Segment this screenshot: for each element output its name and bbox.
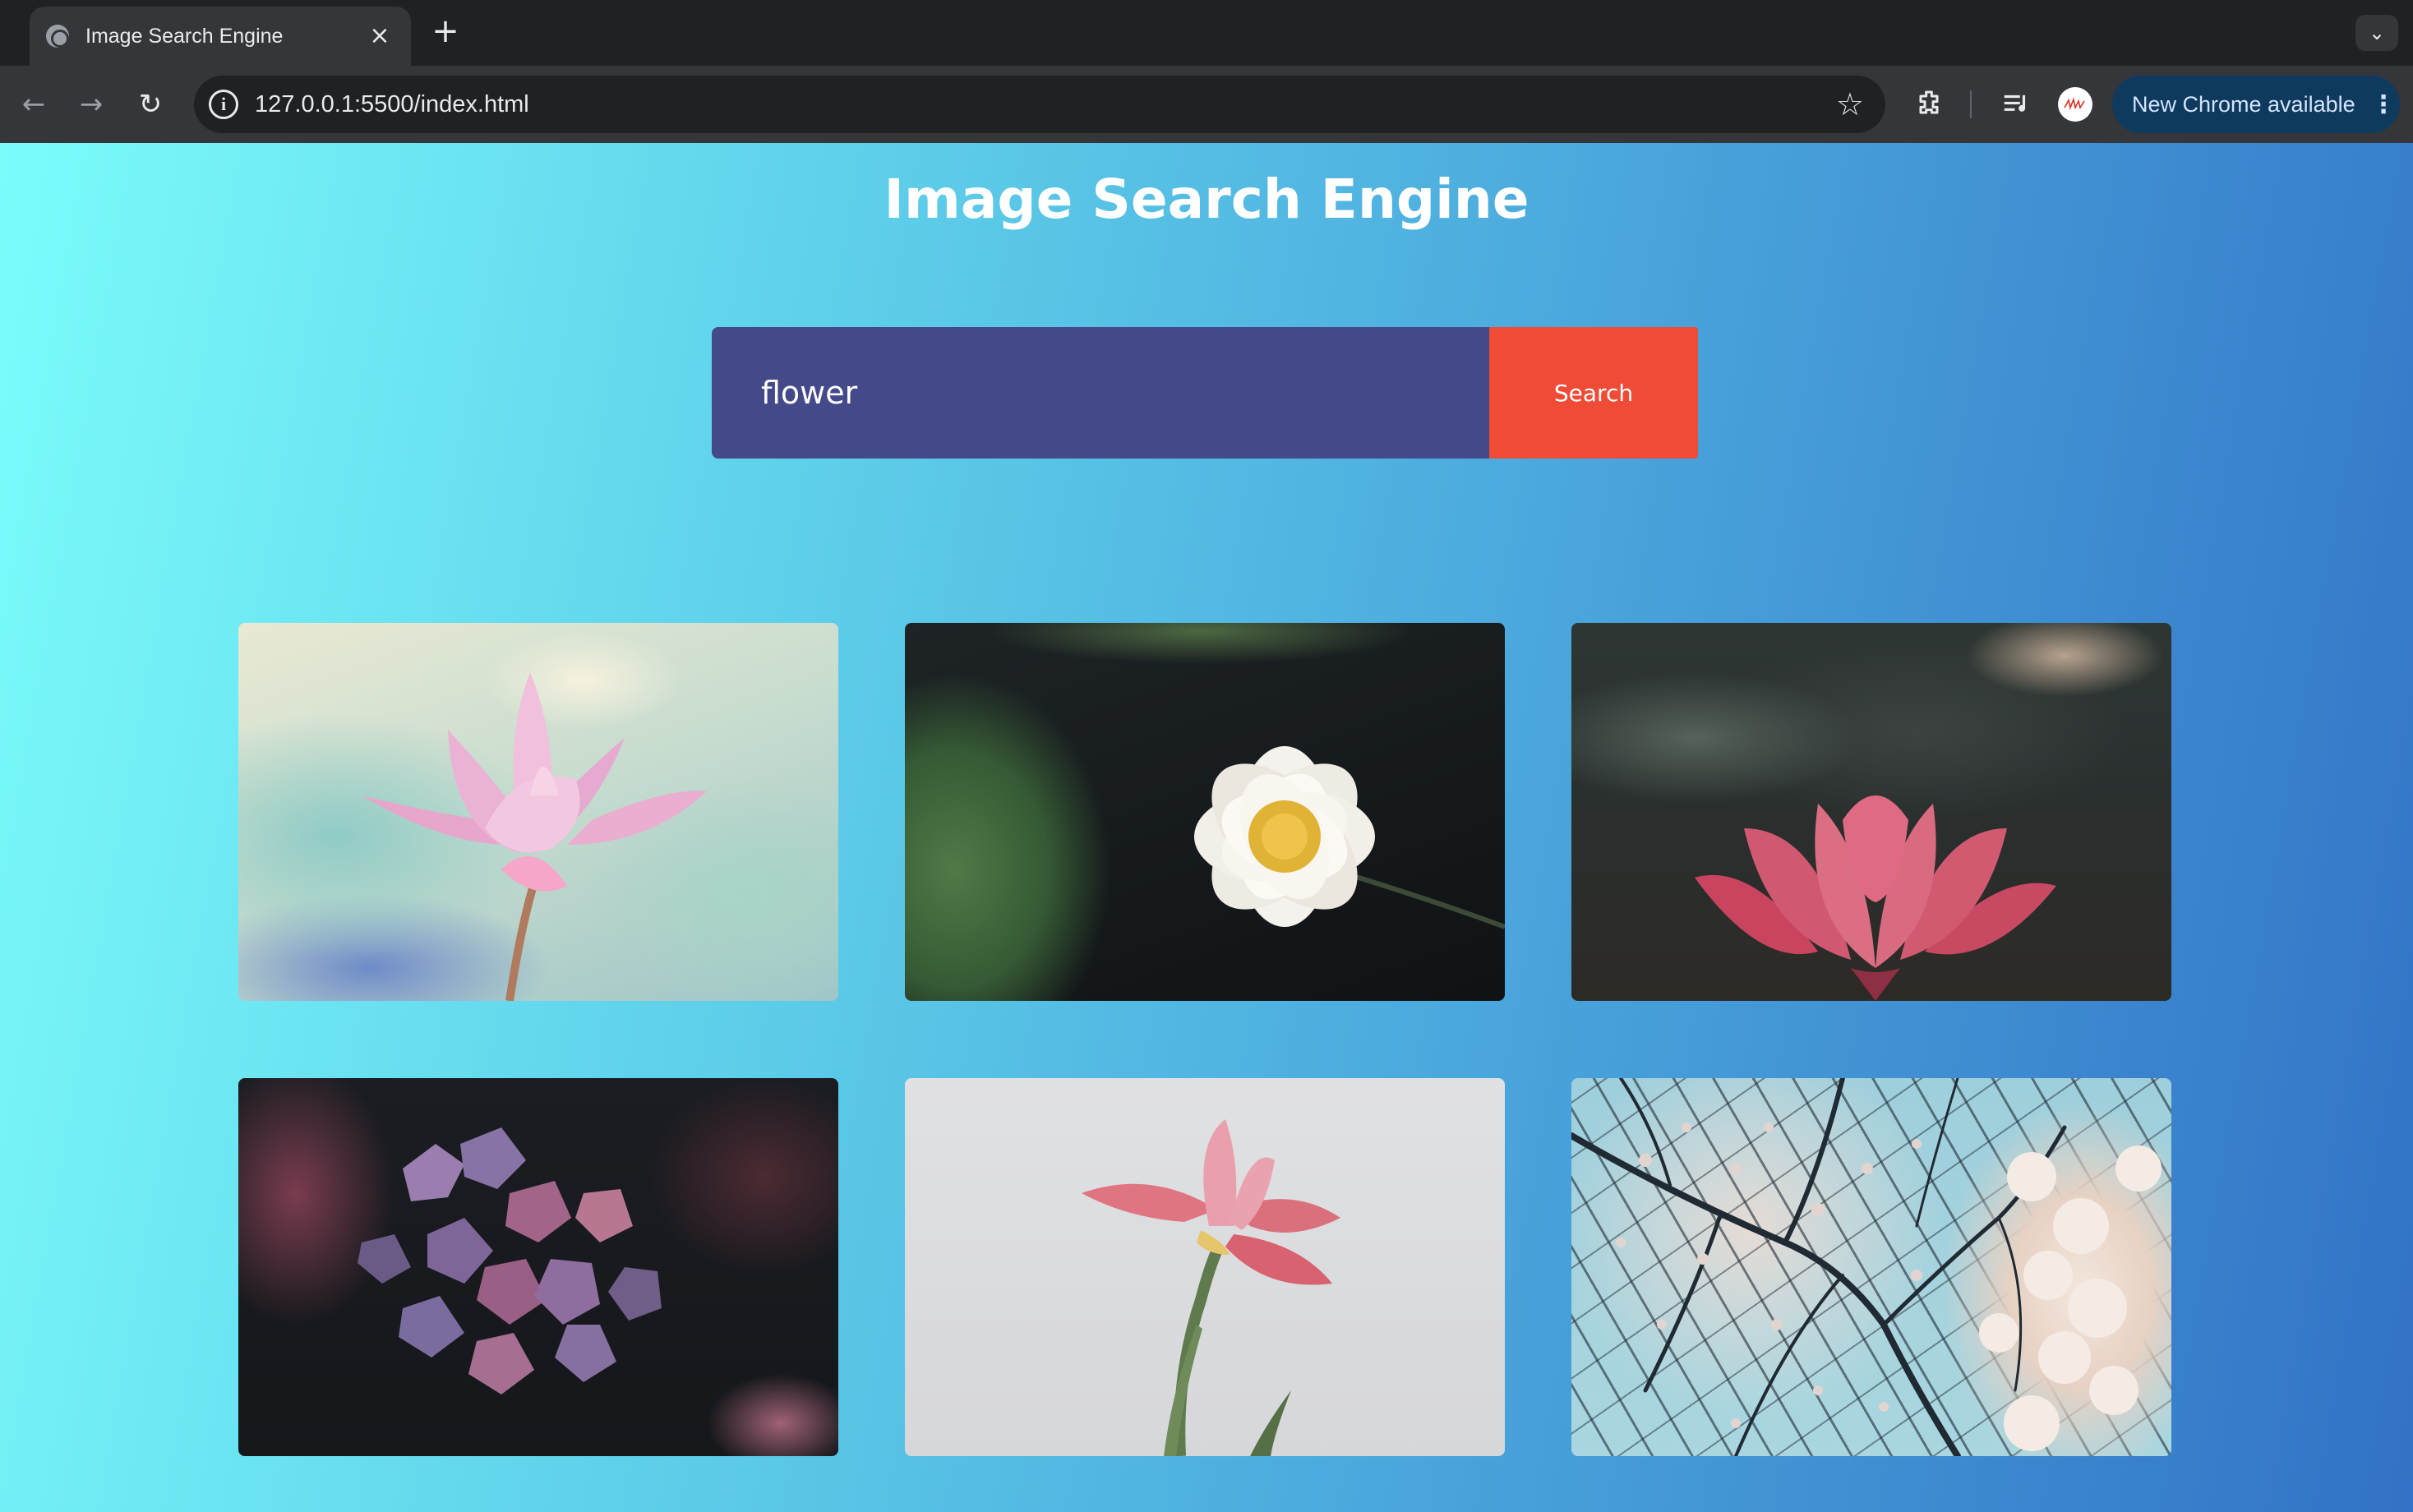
new-chrome-available-button[interactable]: New Chrome available ⋮: [2112, 76, 2400, 133]
page-title: Image Search Engine: [884, 168, 1529, 231]
profile-avatar[interactable]: [2058, 87, 2092, 122]
back-arrow-icon[interactable]: ←: [13, 84, 54, 125]
kebab-menu-icon[interactable]: ⋮: [2367, 90, 2400, 119]
globe-icon: [46, 25, 69, 48]
site-info-icon[interactable]: i: [209, 90, 238, 119]
result-image-white-water-lily[interactable]: [905, 623, 1505, 1001]
tab-title: Image Search Engine: [85, 24, 284, 48]
extensions-puzzle-icon[interactable]: [1908, 84, 1949, 125]
update-label: New Chrome available: [2132, 91, 2355, 117]
media-controls-icon[interactable]: [1995, 84, 2037, 125]
result-image-cherry-blossom-branches[interactable]: [1571, 1078, 2171, 1456]
search-form: Search: [712, 327, 1698, 459]
tab-search-chevron-icon[interactable]: ⌄: [2355, 15, 2398, 51]
forward-arrow-icon[interactable]: →: [71, 84, 112, 125]
reload-icon[interactable]: ↻: [130, 84, 171, 125]
address-bar[interactable]: i 127.0.0.1:5500/index.html ☆: [194, 76, 1885, 133]
page-viewport: Image Search Engine Search: [0, 143, 2413, 1512]
search-input[interactable]: [712, 327, 1489, 459]
new-tab-icon[interactable]: +: [427, 15, 464, 51]
bookmark-star-icon[interactable]: ☆: [1836, 76, 1864, 133]
search-results-grid: [238, 623, 2171, 1456]
close-tab-icon[interactable]: ×: [365, 21, 394, 51]
browser-toolbar: ← → ↻ i 127.0.0.1:5500/index.html ☆ New …: [0, 66, 2413, 143]
search-button[interactable]: Search: [1489, 327, 1698, 459]
browser-tabstrip: Image Search Engine × + ⌄: [0, 0, 2413, 66]
result-image-pink-iris[interactable]: [905, 1078, 1505, 1456]
result-image-red-lotus[interactable]: [1571, 623, 2171, 1001]
toolbar-divider: [1970, 90, 1972, 118]
address-url[interactable]: 127.0.0.1:5500/index.html: [255, 76, 529, 133]
result-image-pink-lotus[interactable]: [238, 623, 838, 1001]
browser-tab[interactable]: Image Search Engine ×: [30, 7, 411, 66]
result-image-purple-hydrangea[interactable]: [238, 1078, 838, 1456]
